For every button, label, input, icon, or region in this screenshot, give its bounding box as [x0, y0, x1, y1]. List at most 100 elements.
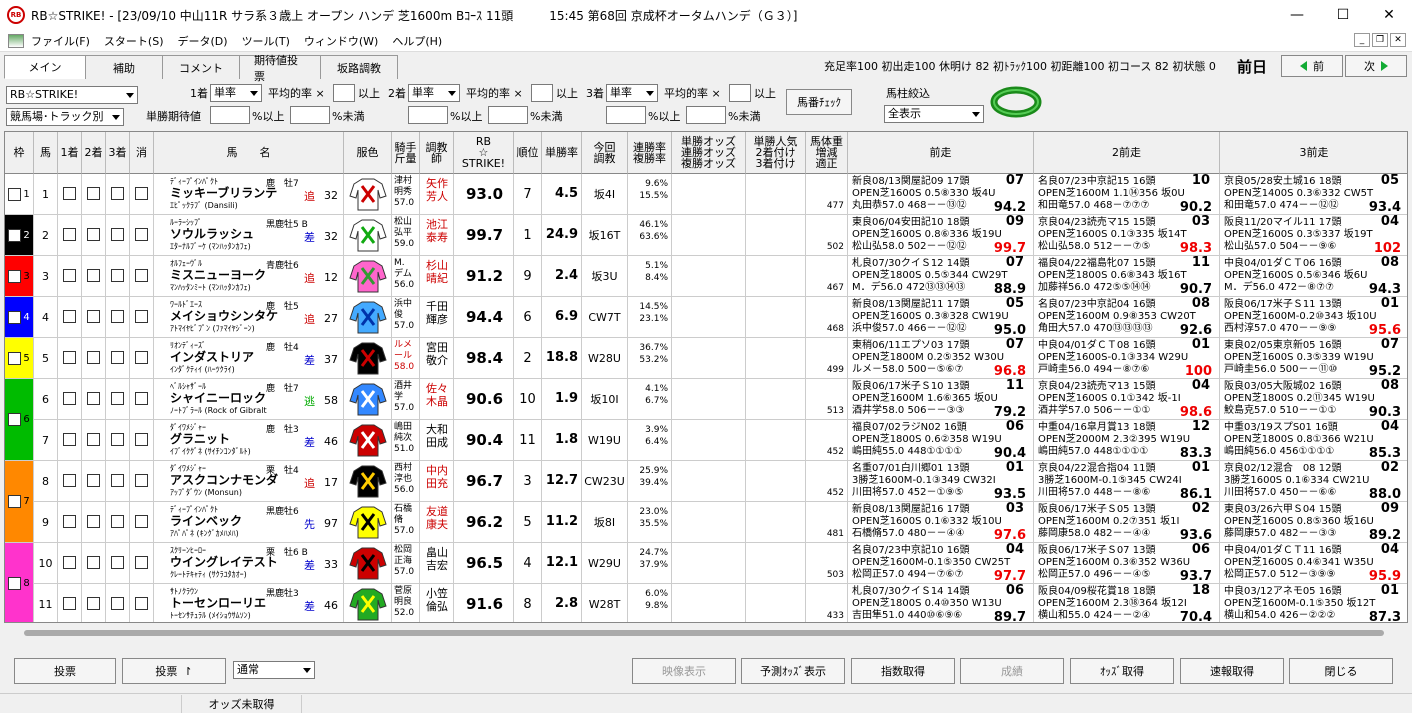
- trainer-cell[interactable]: 千田 輝彦: [420, 297, 454, 338]
- waku-checkbox[interactable]: [8, 577, 22, 590]
- tab-main[interactable]: メイン: [4, 55, 86, 79]
- place2-avg-input[interactable]: [531, 84, 553, 102]
- delete-checkbox[interactable]: [135, 269, 148, 282]
- horse-name-cell[interactable]: ﾀﾞｲﾜﾒｼﾞｬｰ鹿 牡3 グラニット ｲﾌﾞｲｸｸﾞﾈ (ｻｲﾁﾝｺﾝﾀﾞﾙﾄ) 差…: [154, 420, 344, 461]
- horizontal-scrollbar[interactable]: [4, 626, 1408, 640]
- mdi-window-icon[interactable]: [8, 33, 24, 48]
- place1-checkbox[interactable]: [63, 228, 76, 241]
- race-3-cell[interactable]: 阪良11/20マイル11 17頭 04 OPEN芝1600S 0.3⑤337 坂19…: [1220, 215, 1407, 256]
- close-icon[interactable]: ✕: [1366, 0, 1412, 30]
- trainer-cell[interactable]: 友道 康夫: [420, 502, 454, 543]
- place2-min-input[interactable]: [408, 106, 448, 124]
- jockey-cell[interactable]: M. デム 56.0: [392, 256, 420, 297]
- delete-checkbox[interactable]: [135, 392, 148, 405]
- delete-checkbox[interactable]: [135, 351, 148, 364]
- race-3-cell[interactable]: 京良05/28安土城16 18頭 05 OPEN芝1400S 0.3⑥332 CW5…: [1220, 174, 1407, 215]
- jockey-cell[interactable]: 西村 淳也 56.0: [392, 461, 420, 502]
- place3-checkbox[interactable]: [111, 310, 124, 323]
- results-button[interactable]: 成績: [960, 658, 1064, 684]
- delete-checkbox[interactable]: [135, 433, 148, 446]
- delete-checkbox[interactable]: [135, 187, 148, 200]
- place3-checkbox[interactable]: [111, 474, 124, 487]
- place2-type-select[interactable]: 単率: [408, 84, 460, 102]
- race-2-cell[interactable]: 名良07/23中京記04 16頭 08 OPEN芝1600M 0.9⑧353 CW2…: [1034, 297, 1220, 338]
- place3-checkbox[interactable]: [111, 597, 124, 610]
- track-select[interactable]: 競馬場･トラック別: [6, 108, 124, 126]
- waku-checkbox[interactable]: [8, 413, 22, 426]
- menu-tools[interactable]: ツール(T): [235, 33, 297, 49]
- race-2-cell[interactable]: 福良04/22福島牝07 15頭 11 OPEN芝1800S 0.6⑧343 坂16…: [1034, 256, 1220, 297]
- race-2-cell[interactable]: 中重04/16皐月賞13 18頭 12 OPEN芝2000M 2.3②395 W19…: [1034, 420, 1220, 461]
- prev-day-label[interactable]: 前日: [1237, 56, 1267, 77]
- expect-min-input[interactable]: [210, 106, 250, 124]
- place1-checkbox[interactable]: [63, 187, 76, 200]
- waku-checkbox[interactable]: [8, 310, 22, 324]
- place2-max-input[interactable]: [488, 106, 528, 124]
- jockey-cell[interactable]: 酒井 学 57.0: [392, 379, 420, 420]
- place3-checkbox[interactable]: [111, 187, 124, 200]
- race-1-cell[interactable]: 新良08/13関屋記11 17頭 05 OPEN芝1600S 0.3⑧328 CW1…: [848, 297, 1034, 338]
- race-2-cell[interactable]: 名良07/23中京記15 16頭 10 OPEN芝1600M 1.1⑭356 坂0U…: [1034, 174, 1220, 215]
- app-select[interactable]: RB☆STRIKE!: [6, 86, 138, 104]
- race-3-cell[interactable]: 東良03/26六甲Ｓ04 15頭 09 OPEN芝1600S 0.8⑤360 坂16…: [1220, 502, 1407, 543]
- place2-checkbox[interactable]: [87, 187, 100, 200]
- place1-checkbox[interactable]: [63, 392, 76, 405]
- race-3-cell[interactable]: 京良02/12混合 08 12頭 02 3勝芝1600S 0.1⑥334 CW21U…: [1220, 461, 1407, 502]
- place1-type-select[interactable]: 単率: [210, 84, 262, 102]
- waku-checkbox[interactable]: [8, 351, 22, 365]
- mdi-minimize-icon[interactable]: _: [1354, 33, 1370, 47]
- trainer-cell[interactable]: 矢作 芳人: [420, 174, 454, 215]
- race-2-cell[interactable]: 中良04/01ダＣＴ08 16頭 01 OPEN芝1600S-0.1③334 W29…: [1034, 338, 1220, 379]
- place2-checkbox[interactable]: [87, 433, 100, 446]
- jockey-cell[interactable]: 菅原 明良 52.0: [392, 584, 420, 622]
- jockey-cell[interactable]: ルメ ール 58.0: [392, 338, 420, 379]
- jockey-cell[interactable]: 松山 弘平 59.0: [392, 215, 420, 256]
- place3-checkbox[interactable]: [111, 228, 124, 241]
- menu-start[interactable]: スタート(S): [97, 33, 171, 49]
- place2-checkbox[interactable]: [87, 556, 100, 569]
- odds-button[interactable]: ｵｯｽﾞ取得: [1070, 658, 1174, 684]
- race-2-cell[interactable]: 阪良06/17米子Ｓ07 13頭 06 OPEN芝1600M 0.3⑥352 W36…: [1034, 543, 1220, 584]
- delete-checkbox[interactable]: [135, 310, 148, 323]
- place3-checkbox[interactable]: [111, 515, 124, 528]
- jockey-cell[interactable]: 嶋田 純次 51.0: [392, 420, 420, 461]
- delete-checkbox[interactable]: [135, 556, 148, 569]
- jockey-cell[interactable]: 石橋 脩 57.0: [392, 502, 420, 543]
- menu-file[interactable]: ファイル(F): [24, 33, 97, 49]
- place3-min-input[interactable]: [606, 106, 646, 124]
- horse-name-cell[interactable]: ｻﾄﾉｸﾗｳﾝ 黒鹿牡3 トーセンローリエ ﾄｰｾﾝｻﾁｭﾗﾙ (ﾒｲｼｮｳｻﾑｿﾝ)…: [154, 584, 344, 622]
- place1-checkbox[interactable]: [63, 474, 76, 487]
- race-2-cell[interactable]: 京良04/23読売マ13 15頭 04 OPEN芝1600S 0.1①342 坂-1…: [1034, 379, 1220, 420]
- race-3-cell[interactable]: 中良04/01ダＣＴ11 16頭 04 OPEN芝1600S 0.4⑥341 W35…: [1220, 543, 1407, 584]
- horse-name-cell[interactable]: ﾀﾞｲﾜﾒｼﾞｬｰ栗 牡4 アスクコンナモンダ ｱｯﾌﾟﾀﾞｳﾝ (Monsun) 追…: [154, 461, 344, 502]
- place1-checkbox[interactable]: [63, 269, 76, 282]
- umaban-check-button[interactable]: 馬番ﾁｪｯｸ: [786, 89, 852, 115]
- flash-button[interactable]: 速報取得: [1180, 658, 1284, 684]
- trainer-cell[interactable]: 池江 泰寿: [420, 215, 454, 256]
- race-1-cell[interactable]: 東稍06/11エプソ03 17頭 07 OPEN芝1800M 0.2⑤352 W30…: [848, 338, 1034, 379]
- trainer-cell[interactable]: 中内 田充: [420, 461, 454, 502]
- race-1-cell[interactable]: 東良06/04安田記10 18頭 09 OPEN芝1600S 0.8⑥336 坂19…: [848, 215, 1034, 256]
- place2-checkbox[interactable]: [87, 515, 100, 528]
- race-2-cell[interactable]: 京良04/23読売マ15 15頭 03 OPEN芝1600S 0.1③335 坂14…: [1034, 215, 1220, 256]
- place3-checkbox[interactable]: [111, 556, 124, 569]
- race-2-cell[interactable]: 阪良04/09桜花賞18 18頭 18 OPEN芝1600M 2.3⑱364 坂12…: [1034, 584, 1220, 622]
- trainer-cell[interactable]: 宮田 敬介: [420, 338, 454, 379]
- place1-checkbox[interactable]: [63, 515, 76, 528]
- horse-name-cell[interactable]: ﾍﾞﾙｼｬｻﾞｰﾙ鹿 牡7 シャイニーロック ﾉｰﾄﾌﾞﾗｰﾙ (Rock of G…: [154, 379, 344, 420]
- delete-checkbox[interactable]: [135, 515, 148, 528]
- race-3-cell[interactable]: 中良04/01ダＣＴ06 16頭 08 OPEN芝1600S 0.5⑥346 坂6U…: [1220, 256, 1407, 297]
- prev-button[interactable]: 前: [1281, 55, 1343, 77]
- place2-checkbox[interactable]: [87, 228, 100, 241]
- place3-type-select[interactable]: 単率: [606, 84, 658, 102]
- trainer-cell[interactable]: 杉山 晴紀: [420, 256, 454, 297]
- place2-checkbox[interactable]: [87, 474, 100, 487]
- next-button[interactable]: 次: [1345, 55, 1407, 77]
- tab-expected-vote[interactable]: 期待値投票: [239, 54, 321, 83]
- tab-comment[interactable]: コメント: [162, 55, 240, 79]
- place2-checkbox[interactable]: [87, 392, 100, 405]
- scrollbar-thumb[interactable]: [24, 630, 1384, 636]
- vote-special-button[interactable]: 投票 ↾: [122, 658, 226, 684]
- race-1-cell[interactable]: 名良07/23中京記10 16頭 04 OPEN芝1600M-0.1⑤350 CW2…: [848, 543, 1034, 584]
- waku-checkbox[interactable]: [8, 228, 22, 242]
